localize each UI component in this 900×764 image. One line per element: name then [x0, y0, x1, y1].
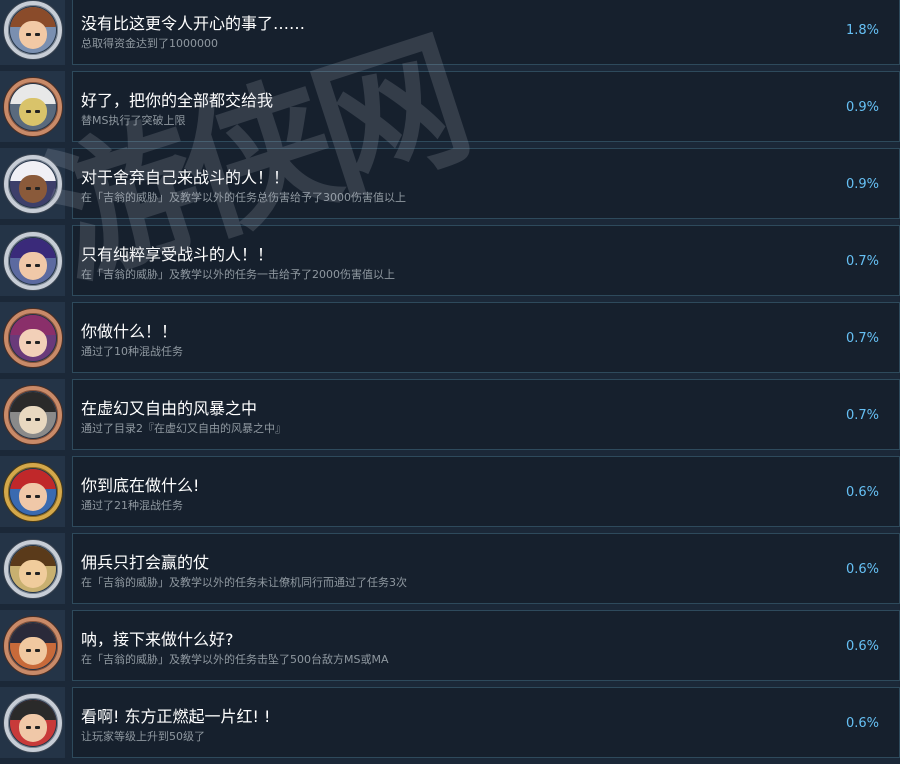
achievement-row[interactable]: 你做什么！！ 通过了10种混战任务 0.7% [0, 302, 900, 379]
achievement-badge [0, 533, 65, 604]
unlock-percentage: 1.8% [845, 23, 879, 38]
medal-frame [3, 385, 62, 444]
achievement-badge [0, 148, 65, 219]
achievement-title: 没有比这更令人开心的事了…… [81, 14, 306, 33]
achievement-row[interactable]: 在虚幻又自由的风暴之中 通过了目录2『在虚幻又自由的风暴之中』 0.7% [0, 379, 900, 456]
achievement-panel: 好了，把你的全部都交给我 替MS执行了突破上限 0.9% [72, 71, 900, 142]
achievement-description: 通过了10种混战任务 [81, 345, 183, 358]
achievement-list: 没有比这更令人开心的事了…… 总取得资金达到了1000000 1.8% 好了，把… [0, 0, 900, 764]
unlock-percentage: 0.6% [845, 485, 879, 500]
medal-frame [3, 77, 62, 136]
achievement-panel: 你做什么！！ 通过了10种混战任务 0.7% [72, 302, 900, 373]
achievement-title: 你到底在做什么! [81, 476, 200, 495]
achievement-badge [0, 302, 65, 373]
achievement-row[interactable]: 好了，把你的全部都交给我 替MS执行了突破上限 0.9% [0, 71, 900, 148]
amuro-portrait-icon [9, 6, 56, 53]
medal-frame [3, 616, 62, 675]
achievement-badge [0, 225, 65, 296]
achievement-badge [0, 0, 65, 65]
achievement-row[interactable]: 呐，接下来做什么好? 在「吉翁的威胁」及教学以外的任务击坠了500台敌方MS或M… [0, 610, 900, 687]
medal-frame [3, 308, 62, 367]
helmet-portrait-icon [9, 314, 56, 361]
achievement-title: 在虚幻又自由的风暴之中 [81, 399, 258, 418]
achievement-badge [0, 610, 65, 681]
achievement-description: 总取得资金达到了1000000 [81, 37, 218, 50]
glasses-portrait-icon [9, 545, 56, 592]
medal-frame [3, 693, 62, 752]
achievement-title: 佣兵只打会赢的仗 [81, 553, 210, 572]
unlock-percentage: 0.9% [845, 177, 879, 192]
achievement-description: 通过了目录2『在虚幻又自由的风暴之中』 [81, 422, 286, 435]
achievement-row[interactable]: 没有比这更令人开心的事了…… 总取得资金达到了1000000 1.8% [0, 0, 900, 71]
achievement-panel: 在虚幻又自由的风暴之中 通过了目录2『在虚幻又自由的风暴之中』 0.7% [72, 379, 900, 450]
achievement-description: 通过了21种混战任务 [81, 499, 183, 512]
achievement-panel: 看啊! 东方正燃起一片红! ! 让玩家等级上升到50级了 0.6% [72, 687, 900, 758]
achievement-title: 你做什么！！ [81, 322, 178, 341]
unlock-percentage: 0.7% [845, 408, 879, 423]
medal-frame [3, 154, 62, 213]
achievement-panel: 只有纯粹享受战斗的人！！ 在「吉翁的威胁」及教学以外的任务一击给予了2000伤害… [72, 225, 900, 296]
achievement-row[interactable]: 你到底在做什么! 通过了21种混战任务 0.6% [0, 456, 900, 533]
group-portrait-icon [9, 391, 56, 438]
mobile-suit-icon [9, 83, 56, 130]
medal-frame [3, 462, 62, 521]
achievement-panel: 你到底在做什么! 通过了21种混战任务 0.6% [72, 456, 900, 527]
achievement-description: 在「吉翁的威胁」及教学以外的任务一击给予了2000伤害值以上 [81, 268, 395, 281]
achievement-row[interactable]: 佣兵只打会赢的仗 在「吉翁的威胁」及教学以外的任务未让僚机同行而通过了任务3次 … [0, 533, 900, 610]
headband-portrait-icon [9, 699, 56, 746]
medal-frame [3, 0, 62, 59]
shouting-portrait-icon [9, 237, 56, 284]
achievement-description: 在「吉翁的威胁」及教学以外的任务总伤害给予了3000伤害值以上 [81, 191, 406, 204]
unlock-percentage: 0.6% [845, 562, 879, 577]
achievement-row[interactable]: 对于舍弃自己来战斗的人！！ 在「吉翁的威胁」及教学以外的任务总伤害给予了3000… [0, 148, 900, 225]
unlock-percentage: 0.7% [845, 331, 879, 346]
achievement-description: 在「吉翁的威胁」及教学以外的任务击坠了500台敌方MS或MA [81, 653, 389, 666]
achievement-title: 看啊! 东方正燃起一片红! ! [81, 707, 271, 726]
red-helmet-portrait-icon [9, 468, 56, 515]
unlock-percentage: 0.7% [845, 254, 879, 269]
achievement-title: 对于舍弃自己来战斗的人！！ [81, 168, 290, 187]
achievement-badge [0, 379, 65, 450]
achievement-title: 好了，把你的全部都交给我 [81, 91, 274, 110]
unlock-percentage: 0.9% [845, 100, 879, 115]
achievement-badge [0, 687, 65, 758]
achievement-panel: 佣兵只打会赢的仗 在「吉翁的威胁」及教学以外的任务未让僚机同行而通过了任务3次 … [72, 533, 900, 604]
medal-frame [3, 231, 62, 290]
achievement-panel: 对于舍弃自己来战斗的人！！ 在「吉翁的威胁」及教学以外的任务总伤害给予了3000… [72, 148, 900, 219]
achievement-row[interactable]: 只有纯粹享受战斗的人！！ 在「吉翁的威胁」及教学以外的任务一击给予了2000伤害… [0, 225, 900, 302]
achievement-row[interactable]: 看啊! 东方正燃起一片红! ! 让玩家等级上升到50级了 0.6% [0, 687, 900, 764]
achievement-badge [0, 456, 65, 527]
unlock-percentage: 0.6% [845, 639, 879, 654]
unlock-percentage: 0.6% [845, 716, 879, 731]
achievement-description: 让玩家等级上升到50级了 [81, 730, 205, 743]
medal-frame [3, 539, 62, 598]
achievement-panel: 呐，接下来做什么好? 在「吉翁的威胁」及教学以外的任务击坠了500台敌方MS或M… [72, 610, 900, 681]
white-hair-portrait-icon [9, 160, 56, 207]
achievement-badge [0, 71, 65, 142]
achievement-description: 替MS执行了突破上限 [81, 114, 186, 127]
dark-hair-portrait-icon [9, 622, 56, 669]
achievement-panel: 没有比这更令人开心的事了…… 总取得资金达到了1000000 1.8% [72, 0, 900, 65]
achievement-description: 在「吉翁的威胁」及教学以外的任务未让僚机同行而通过了任务3次 [81, 576, 407, 589]
achievement-title: 呐，接下来做什么好? [81, 630, 234, 649]
achievement-title: 只有纯粹享受战斗的人！！ [81, 245, 274, 264]
